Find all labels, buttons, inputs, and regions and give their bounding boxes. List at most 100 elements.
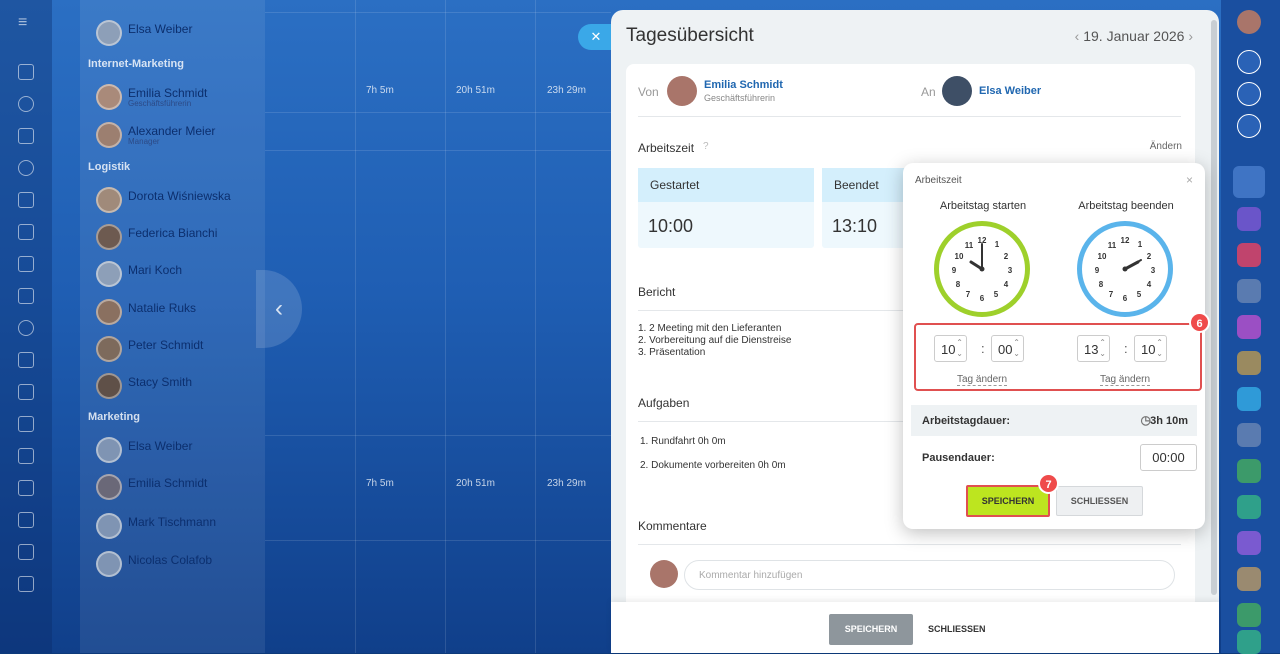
from-role: Geschäftsführerin	[704, 93, 776, 103]
timeman-icon[interactable]	[18, 512, 34, 528]
clock-number: 1	[1138, 240, 1143, 249]
prev-day-icon[interactable]: ‹	[1075, 28, 1080, 44]
help-icon[interactable]: ?	[703, 141, 709, 152]
step-badge: 6	[1189, 312, 1210, 333]
bell-icon[interactable]	[1237, 50, 1261, 74]
filter-icon[interactable]	[18, 448, 34, 464]
clock-number: 4	[1004, 280, 1009, 289]
comment-input[interactable]: Kommentar hinzufügen	[684, 560, 1175, 590]
avatar	[942, 76, 972, 106]
from-label: Von	[638, 85, 659, 99]
task-icon[interactable]	[1237, 603, 1261, 627]
list-item[interactable]: Elsa Weiber	[96, 437, 256, 465]
from-name[interactable]: Emilia Schmidt	[704, 79, 783, 91]
save-button[interactable]: SPEICHERN	[829, 614, 913, 645]
home-icon[interactable]	[18, 64, 34, 80]
checkbox-icon[interactable]	[18, 288, 34, 304]
avatar[interactable]	[1237, 10, 1261, 34]
start-clock-icon: 12 1 2 3 4 5 6 7 8 9 10 11	[934, 221, 1030, 317]
clock-number: 6	[1123, 294, 1128, 303]
avatar	[667, 76, 697, 106]
chat-icon[interactable]	[1237, 207, 1261, 231]
close-button[interactable]: SCHLIESSEN	[928, 614, 986, 645]
menu-icon[interactable]: ≡	[18, 14, 27, 32]
task-icon[interactable]	[1237, 387, 1261, 411]
clock-number: 4	[1147, 280, 1152, 289]
list-item[interactable]: Emilia Schmidt	[96, 474, 256, 502]
right-sidebar	[1221, 0, 1280, 654]
list-item[interactable]: Peter Schmidt	[96, 336, 256, 364]
list-item[interactable]: Federica Bianchi	[96, 224, 256, 252]
started-box: Gestartet 10:00	[638, 168, 814, 248]
calendar-icon[interactable]	[18, 384, 34, 400]
task-item[interactable]: 1. Rundfahrt 0h 0m	[640, 436, 726, 447]
close-icon[interactable]: ×	[1186, 173, 1193, 187]
duration-label: Arbeitstagdauer:	[922, 415, 1011, 427]
contacts-icon[interactable]	[18, 160, 34, 176]
time-inputs-highlight	[914, 323, 1202, 391]
feed-icon[interactable]	[18, 96, 34, 112]
grid-cell[interactable]: 20h 51m	[456, 478, 495, 489]
task-icon[interactable]	[1237, 459, 1261, 483]
list-item[interactable]: Natalie Ruks	[96, 299, 256, 327]
left-sidebar: ≡	[0, 0, 52, 653]
group-label: Marketing	[88, 411, 140, 423]
list-item[interactable]: Elsa Weiber	[96, 20, 256, 48]
grid-cell[interactable]: 7h 5m	[366, 85, 394, 96]
task-item[interactable]: 2. Dokumente vorbereiten 0h 0m	[640, 460, 786, 471]
clock-number: 2	[1147, 252, 1152, 261]
close-panel-button[interactable]: ✕	[578, 24, 614, 50]
clock-number: 3	[1008, 266, 1013, 275]
grid-cell[interactable]: 7h 5m	[366, 478, 394, 489]
list-item[interactable]: Alexander Meier Manager	[96, 122, 256, 150]
pen-icon[interactable]	[18, 416, 34, 432]
copilot-icon[interactable]	[1237, 82, 1261, 106]
avatar[interactable]	[1233, 166, 1265, 198]
list-item[interactable]: Mark Tischmann	[96, 513, 256, 541]
comments-label: Kommentare	[638, 519, 707, 533]
next-day-icon[interactable]: ›	[1188, 28, 1193, 44]
task-icon[interactable]	[1237, 279, 1261, 303]
task-icon[interactable]	[1237, 243, 1261, 267]
chat-icon[interactable]	[1237, 531, 1261, 555]
file-icon[interactable]	[18, 224, 34, 240]
pause-input[interactable]: 00:00	[1140, 444, 1197, 471]
change-worktime-link[interactable]: Ändern	[1150, 141, 1182, 152]
database-icon[interactable]	[18, 480, 34, 496]
list-item[interactable]: Nicolas Colafob	[96, 551, 256, 579]
cart-icon[interactable]	[18, 576, 34, 592]
task-icon[interactable]	[1237, 315, 1261, 339]
clock-number: 5	[1137, 290, 1142, 299]
duration-value: 3h 10m	[1150, 415, 1188, 427]
grid-cell[interactable]: 23h 29m	[547, 478, 586, 489]
mail-icon[interactable]	[18, 352, 34, 368]
end-label: Arbeitstag beenden	[1078, 200, 1174, 212]
list-item[interactable]: Emilia Schmidt Geschäftsführerin	[96, 84, 256, 112]
to-name[interactable]: Elsa Weiber	[979, 85, 1041, 97]
chat-icon[interactable]	[18, 320, 34, 336]
task-icon[interactable]	[1237, 351, 1261, 375]
task-icon[interactable]	[1237, 567, 1261, 591]
popup-close-button[interactable]: SCHLIESSEN	[1056, 486, 1143, 516]
chart-icon[interactable]	[18, 544, 34, 560]
drive-icon[interactable]	[18, 192, 34, 208]
task-icon[interactable]	[1237, 630, 1261, 654]
popup-title: Arbeitszeit	[915, 175, 962, 186]
task-icon[interactable]	[1237, 423, 1261, 447]
clock-number: 8	[1099, 280, 1104, 289]
worktime-label: Arbeitszeit	[638, 141, 695, 155]
clock-number: 8	[956, 280, 961, 289]
clock-number: 12	[1121, 236, 1130, 245]
popup-save-button[interactable]: SPEICHERN	[966, 485, 1050, 517]
list-item[interactable]: Stacy Smith	[96, 373, 256, 401]
list-item[interactable]: Mari Koch	[96, 261, 256, 289]
document-icon[interactable]	[18, 128, 34, 144]
grid-cell[interactable]: 23h 29m	[547, 85, 586, 96]
monitor-icon[interactable]	[18, 256, 34, 272]
search-icon[interactable]	[1237, 114, 1261, 138]
clock-number: 1	[995, 240, 1000, 249]
grid-cell[interactable]: 20h 51m	[456, 85, 495, 96]
list-item[interactable]: Dorota Wiśniewska	[96, 187, 256, 215]
scrollbar[interactable]	[1211, 20, 1217, 595]
task-icon[interactable]	[1237, 495, 1261, 519]
